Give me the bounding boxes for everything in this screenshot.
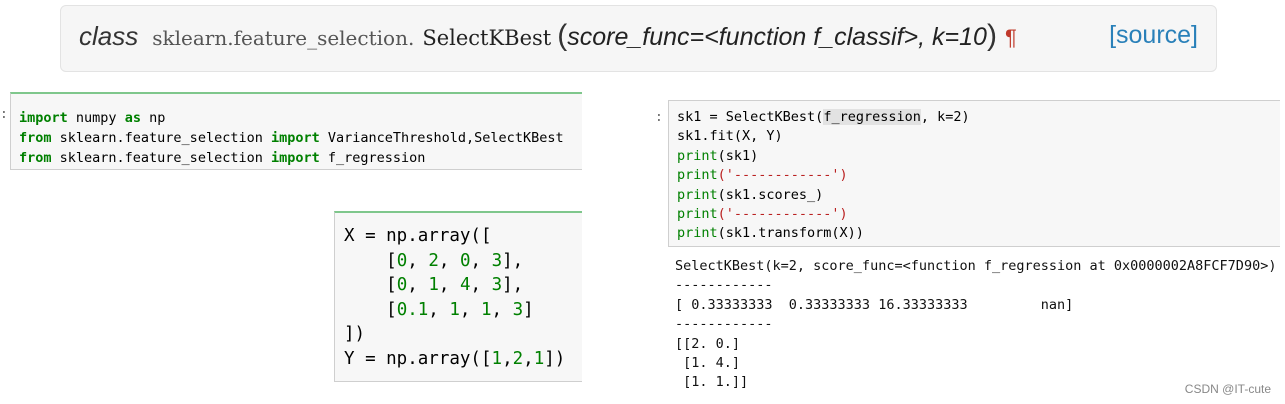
code-text: numpy: [67, 110, 125, 126]
number: 1: [449, 299, 460, 320]
output-line: ------------: [675, 316, 773, 333]
number: 0: [459, 250, 471, 271]
code-text: X = np.array([: [344, 226, 492, 246]
permalink-icon[interactable]: ¶: [1005, 25, 1017, 51]
code-text: sklearn.feature_selection: [51, 130, 271, 146]
cell-prompt: :: [655, 110, 663, 125]
highlighted-text: f_regression: [823, 109, 921, 125]
code-text: np: [140, 110, 166, 126]
code-text: Y = np.array([: [344, 348, 492, 369]
api-signature-box: class sklearn.feature_selection. SelectK…: [60, 5, 1217, 72]
code-text: ]): [344, 324, 366, 344]
keyword: import: [270, 130, 320, 146]
keyword: import: [19, 110, 68, 126]
string: ('------------'): [717, 206, 848, 223]
output-line: ------------: [675, 277, 773, 294]
import-code: import numpy as np from sklearn.feature_…: [19, 108, 564, 168]
api-signature: class sklearn.feature_selection. SelectK…: [79, 19, 1017, 53]
keyword: import: [270, 150, 320, 166]
code-text: (sk1.transform(X)): [717, 225, 864, 242]
output-line: SelectKBest(k=2, score_func=<function f_…: [675, 258, 1277, 274]
string: ('------------'): [717, 167, 848, 184]
number: 1: [428, 275, 439, 295]
number: 3: [512, 299, 524, 320]
open-paren: (: [557, 19, 568, 52]
import-code-cell[interactable]: import numpy as np from sklearn.feature_…: [10, 92, 582, 170]
code-text: ]): [544, 348, 566, 369]
builtin: print: [677, 167, 718, 184]
code-text: sklearn.feature_selection: [51, 150, 271, 166]
code-text: (sk1.scores_): [717, 186, 824, 203]
array-code-cell[interactable]: X = np.array([ [0, 2, 0, 3], [0, 1, 4, 3…: [334, 211, 582, 382]
array-code: X = np.array([ [0, 2, 0, 3], [0, 1, 4, 3…: [344, 226, 566, 369]
source-link[interactable]: [source]: [1109, 21, 1198, 50]
number: 2: [512, 348, 524, 369]
code-text: sk1 = SelectKBest(: [677, 109, 824, 125]
number: 1: [481, 299, 492, 320]
builtin: print: [677, 225, 718, 242]
number: 0: [396, 250, 408, 271]
number: 1: [533, 348, 545, 369]
number: 0.1: [396, 299, 429, 320]
signature-params: score_func=<function f_classif>, k=10: [567, 23, 987, 51]
builtin: print: [677, 206, 718, 223]
output-line: [ 0.33333333 0.33333333 16.33333333 nan]: [675, 296, 1074, 313]
keyword: from: [19, 130, 52, 146]
code-text: sk1.fit(X, Y): [677, 128, 783, 145]
watermark: CSDN @IT-cute: [1184, 382, 1271, 396]
builtin: print: [677, 186, 718, 203]
class-name: SelectKBest: [422, 26, 552, 50]
number: 3: [491, 275, 503, 295]
code-text: f_regression: [319, 150, 426, 166]
code-text: , k=2): [920, 109, 970, 125]
builtin: print: [677, 147, 718, 164]
keyword: from: [19, 150, 52, 166]
code-text: VarianceThreshold,SelectKBest: [319, 130, 564, 146]
output-line: [1. 1.]]: [675, 374, 749, 391]
cell-output: SelectKBest(k=2, score_func=<function f_…: [675, 257, 1276, 393]
number: 2: [428, 250, 439, 271]
number: 4: [459, 275, 471, 295]
class-keyword: class: [79, 21, 139, 51]
code-text: (sk1): [717, 147, 759, 164]
selectkbest-code: sk1 = SelectKBest(f_regression, k=2) sk1…: [677, 108, 970, 244]
output-line: [1. 4.]: [675, 355, 741, 372]
close-paren: ): [986, 19, 997, 52]
number: 0: [396, 275, 408, 295]
selectkbest-code-cell[interactable]: sk1 = SelectKBest(f_regression, k=2) sk1…: [668, 100, 1280, 247]
cell-prompt: :: [0, 107, 8, 122]
keyword: as: [124, 110, 141, 126]
number: 3: [491, 250, 503, 271]
output-line: [[2. 0.]: [675, 335, 741, 352]
module-path: sklearn.feature_selection.: [152, 26, 415, 50]
number: 1: [491, 348, 503, 369]
